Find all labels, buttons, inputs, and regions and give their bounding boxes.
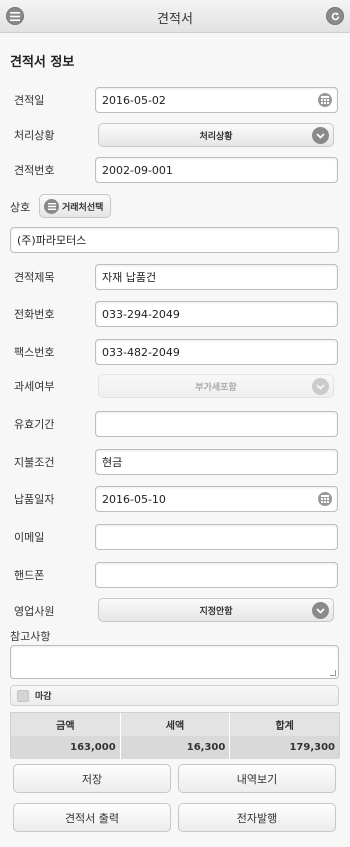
company-name-field[interactable]: (주)파라모터스 xyxy=(10,227,339,253)
amount-header: 금액 xyxy=(11,713,121,736)
closed-checkbox[interactable] xyxy=(17,689,29,702)
totals-value-row: 163,000 16,300 179,300 xyxy=(11,736,339,759)
chevron-down-icon xyxy=(312,127,329,144)
page-title: 견적서 xyxy=(157,12,193,27)
chevron-down-icon xyxy=(312,378,329,395)
tax-value: 부가세포함 xyxy=(195,382,237,393)
select-client-button[interactable]: 거래처선택 xyxy=(39,194,111,218)
phone-field[interactable]: 033-294-2049 xyxy=(95,301,338,327)
sales-rep-label: 영업사원 xyxy=(14,605,55,618)
quote-date-field[interactable]: 2016-05-02 xyxy=(95,87,338,113)
totals-table: 금액 세액 합계 163,000 16,300 179,300 xyxy=(10,712,340,759)
phone-label: 전화번호 xyxy=(14,308,55,321)
validity-label: 유효기간 xyxy=(14,418,55,431)
view-details-button[interactable]: 내역보기 xyxy=(178,764,336,793)
tax-label: 과세여부 xyxy=(14,380,55,393)
company-name-value: (주)파라모터스 xyxy=(17,234,87,247)
print-quote-button[interactable]: 견적서 출력 xyxy=(13,803,171,832)
total-value: 179,300 xyxy=(289,742,336,753)
notes-textarea[interactable] xyxy=(10,645,339,679)
fax-field[interactable]: 033-482-2049 xyxy=(95,339,338,365)
tax-header: 세액 xyxy=(121,713,231,736)
subject-value: 자재 납품건 xyxy=(102,271,157,284)
validity-field[interactable] xyxy=(95,411,338,437)
fax-label: 팩스번호 xyxy=(14,346,55,359)
quote-no-field[interactable]: 2002-09-001 xyxy=(95,157,338,183)
calendar-icon[interactable] xyxy=(318,492,332,506)
back-icon[interactable] xyxy=(326,7,344,25)
quote-no-value: 2002-09-001 xyxy=(102,163,173,177)
quote-date-value: 2016-05-02 xyxy=(102,93,166,107)
select-client-label: 거래처선택 xyxy=(62,202,104,213)
app-header: 견적서 xyxy=(0,0,350,33)
mobile-field[interactable] xyxy=(95,562,338,588)
tax-select: 부가세포함 xyxy=(98,374,334,398)
subject-field[interactable]: 자재 납품건 xyxy=(95,264,338,290)
delivery-date-label: 납품일자 xyxy=(14,493,55,506)
fax-value: 033-482-2049 xyxy=(102,345,180,359)
notes-label: 참고사항 xyxy=(10,630,51,643)
quote-no-label: 견적번호 xyxy=(14,164,55,177)
status-value: 처리상황 xyxy=(199,131,233,142)
chevron-down-icon xyxy=(312,602,329,619)
total-header: 합계 xyxy=(275,721,294,732)
section-title: 견적서 정보 xyxy=(10,55,75,70)
closed-label: 마감 xyxy=(35,692,52,702)
delivery-date-field[interactable]: 2016-05-10 xyxy=(95,486,338,512)
sales-rep-value: 지정안함 xyxy=(199,606,233,617)
mobile-label: 핸드폰 xyxy=(14,569,45,582)
amount-value: 163,000 xyxy=(11,736,121,759)
e-issue-button[interactable]: 전자발행 xyxy=(178,803,336,832)
closed-checkbox-row[interactable]: 마감 xyxy=(10,685,339,706)
email-label: 이메일 xyxy=(14,531,45,544)
calendar-icon[interactable] xyxy=(318,93,332,107)
list-icon xyxy=(44,199,59,214)
quote-date-label: 견적일 xyxy=(14,94,45,107)
tax-value: 16,300 xyxy=(121,736,231,759)
delivery-date-value: 2016-05-10 xyxy=(102,492,166,506)
sales-rep-select[interactable]: 지정안함 xyxy=(98,598,334,622)
status-select[interactable]: 처리상황 xyxy=(98,123,334,147)
save-button[interactable]: 저장 xyxy=(13,764,171,793)
company-label: 상호 xyxy=(10,201,31,214)
email-field[interactable] xyxy=(95,524,338,550)
payment-field[interactable]: 현금 xyxy=(95,449,338,475)
resize-grip-icon[interactable] xyxy=(330,670,336,676)
subject-label: 견적제목 xyxy=(14,271,55,284)
phone-value: 033-294-2049 xyxy=(102,307,180,321)
payment-value: 현금 xyxy=(102,456,123,469)
totals-header-row: 금액 세액 합계 xyxy=(11,713,339,736)
status-label: 처리상황 xyxy=(14,129,55,142)
payment-label: 지불조건 xyxy=(14,456,55,469)
